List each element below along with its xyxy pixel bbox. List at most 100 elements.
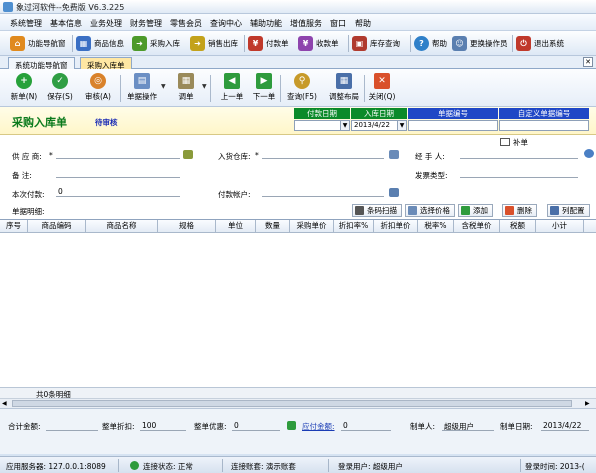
close-button[interactable]: ✕ 关闭(Q) — [362, 73, 402, 105]
col-header-code[interactable]: 商品编码 — [28, 220, 86, 233]
prev-icon: ◀ — [224, 73, 240, 89]
product-grid-icon: ▦ — [76, 36, 91, 51]
warehouse-label: 入货仓库: — [218, 152, 251, 161]
horizontal-scrollbar[interactable]: ◀ ▶ — [0, 398, 596, 408]
menu-system[interactable]: 系统管理 — [10, 18, 42, 29]
inventory-icon: ▣ — [352, 36, 367, 51]
status-separator — [222, 459, 223, 472]
scrollbar-thumb[interactable] — [12, 400, 572, 407]
col-header-filler — [584, 220, 596, 233]
purchase-inbound-button[interactable]: ➜ 采购入库 — [132, 34, 180, 53]
preferential-label: 整单优惠: — [194, 422, 227, 431]
tab-purchase-inbound[interactable]: 采购入库单 — [80, 57, 132, 70]
adjust-layout-button[interactable]: ▦ 调整布局 — [322, 73, 366, 105]
col-header-discount-rate[interactable]: 折扣率% — [334, 220, 374, 233]
next-doc-button[interactable]: ▶ 下一单 — [244, 73, 284, 105]
handler-field[interactable] — [460, 149, 578, 159]
delete-row-button[interactable]: 删除 — [502, 204, 537, 217]
audit-icon: ◎ — [90, 73, 106, 89]
connection-status: 连接状态: 正常 — [143, 462, 193, 471]
select-price-button[interactable]: 选择价格 — [405, 204, 455, 217]
payable-amount-link[interactable]: 应付金额: — [302, 421, 335, 432]
new-doc-button[interactable]: + 新单(N) — [4, 73, 44, 105]
document-ops-button[interactable]: ▤ 单据操作 — [120, 73, 164, 105]
menu-help[interactable]: 帮助 — [355, 18, 371, 29]
supplement-checkbox[interactable] — [500, 138, 510, 146]
account-lookup-icon[interactable] — [389, 188, 399, 197]
col-header-purchase-price[interactable]: 采购单价 — [290, 220, 334, 233]
col-header-unit[interactable]: 单位 — [216, 220, 256, 233]
col-header-tax[interactable]: 税额 — [500, 220, 536, 233]
chevron-down-icon[interactable]: ▼ — [340, 121, 349, 130]
document-toolbar: + 新单(N) ✓ 保存(S) ◎ 审核(A) ▤ 单据操作 ▼ ▦ 调单 ▼ … — [0, 69, 596, 107]
tab-system-nav[interactable]: 系统功能导航窗 — [8, 57, 75, 70]
quick-toolbar: ⌂ 功能导航窗 ▦ 商品信息 ➜ 采购入库 ➜ 销售出库 ¥ 付款单 ¥ 收款单… — [0, 31, 596, 56]
save-button[interactable]: ✓ 保存(S) — [40, 73, 80, 105]
price-icon — [408, 206, 417, 215]
barcode-scan-button[interactable]: 条码扫描 — [352, 204, 402, 217]
payment-voucher-button[interactable]: ¥ 付款单 — [248, 34, 289, 53]
status-separator — [328, 459, 329, 472]
warehouse-field[interactable] — [262, 149, 384, 159]
menu-value-added[interactable]: 增值服务 — [290, 18, 322, 29]
add-row-button[interactable]: 添加 — [458, 204, 493, 217]
column-config-button[interactable]: 列配置 — [547, 204, 590, 217]
inbound-date-header: 入库日期 — [351, 108, 407, 119]
calculate-icon[interactable] — [287, 421, 296, 430]
window-title-bar: 象过河软件--免费版 V6.3.225 — [0, 0, 596, 14]
detail-grid[interactable]: 序号 商品编码 商品名称 规格 单位 数量 采购单价 折扣率% 折扣单价 税率%… — [0, 219, 596, 397]
clipboard-icon: ▦ — [178, 73, 194, 89]
menu-aux-functions[interactable]: 辅助功能 — [250, 18, 282, 29]
nav-window-button[interactable]: ⌂ 功能导航窗 — [10, 34, 66, 53]
inbound-date-field[interactable]: 2013/4/22 ▼ — [351, 120, 407, 131]
chevron-left-icon[interactable]: ◀ — [2, 400, 7, 407]
warehouse-lookup-icon[interactable] — [389, 150, 399, 159]
menu-basic-info[interactable]: 基本信息 — [50, 18, 82, 29]
account-field[interactable] — [262, 187, 384, 197]
switch-operator-button[interactable]: ☺ 更换操作员 — [452, 34, 508, 53]
chevron-down-icon[interactable]: ▼ — [397, 121, 406, 130]
doc-number-field[interactable] — [408, 120, 498, 131]
user-icon[interactable] — [584, 149, 594, 158]
col-header-spec[interactable]: 规格 — [158, 220, 216, 233]
fetch-doc-button[interactable]: ▦ 调单 — [166, 73, 206, 105]
invoice-type-field[interactable] — [460, 168, 578, 178]
menu-retail-member[interactable]: 零售会员 — [170, 18, 202, 29]
inventory-query-button[interactable]: ▣ 库存查询 — [352, 34, 400, 53]
col-header-name[interactable]: 商品名称 — [86, 220, 158, 233]
menu-window[interactable]: 窗口 — [330, 18, 346, 29]
chevron-right-icon[interactable]: ▶ — [585, 400, 590, 407]
menu-bar: 系统管理 基本信息 业务处理 财务管理 零售会员 查询中心 辅助功能 增值服务 … — [0, 14, 596, 31]
audit-button[interactable]: ◎ 审核(A) — [78, 73, 118, 105]
receipt-voucher-button[interactable]: ¥ 收款单 — [298, 34, 339, 53]
exit-system-button[interactable]: ⏻ 退出系统 — [516, 34, 564, 53]
col-header-tax-inclusive-price[interactable]: 含税单价 — [454, 220, 500, 233]
remark-field[interactable] — [56, 168, 180, 178]
query-button[interactable]: ⚲ 查询(F5) — [282, 73, 322, 105]
col-header-discount-price[interactable]: 折扣单价 — [374, 220, 418, 233]
menu-query-center[interactable]: 查询中心 — [210, 18, 242, 29]
detail-label: 单据明细: — [12, 207, 45, 216]
col-header-index[interactable]: 序号 — [0, 220, 28, 233]
payment-icon: ¥ — [248, 36, 263, 51]
col-header-quantity[interactable]: 数量 — [256, 220, 290, 233]
preferential-field[interactable]: 0 — [232, 421, 280, 431]
col-header-subtotal[interactable]: 小计 — [536, 220, 584, 233]
chevron-down-icon[interactable]: ▼ — [202, 83, 207, 90]
close-tab-icon[interactable]: ✕ — [583, 57, 593, 67]
col-header-tax-rate[interactable]: 税率% — [418, 220, 454, 233]
sales-outbound-button[interactable]: ➜ 销售出库 — [190, 34, 238, 53]
page-title: 采购入库单 — [12, 116, 67, 129]
menu-business[interactable]: 业务处理 — [90, 18, 122, 29]
menu-finance[interactable]: 财务管理 — [130, 18, 162, 29]
paid-field[interactable]: 0 — [56, 187, 180, 197]
chevron-down-icon[interactable]: ▼ — [161, 83, 166, 90]
help-button[interactable]: ? 帮助 — [414, 34, 447, 53]
discount-field[interactable]: 100 — [140, 421, 186, 431]
product-info-button[interactable]: ▦ 商品信息 — [76, 34, 124, 53]
supplier-field[interactable] — [56, 149, 180, 159]
payment-date-field[interactable]: ▼ — [294, 120, 350, 131]
status-separator — [520, 459, 521, 472]
custom-doc-number-field[interactable] — [499, 120, 589, 131]
supplier-lookup-icon[interactable] — [183, 150, 193, 159]
